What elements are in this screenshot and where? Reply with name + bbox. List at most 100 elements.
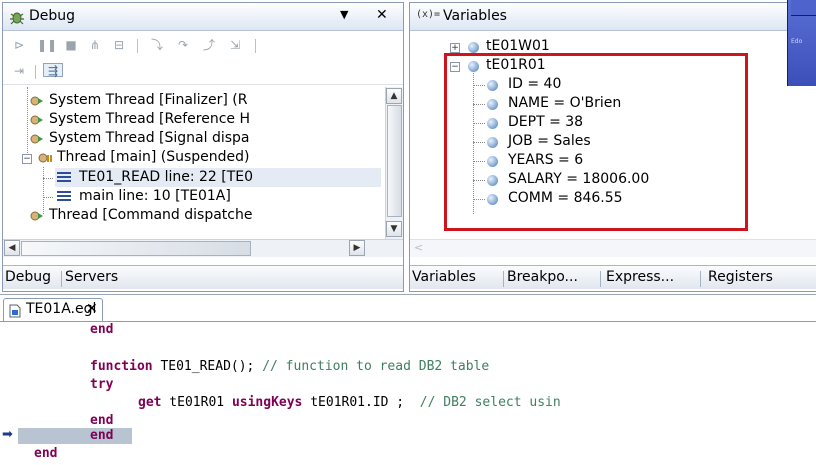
thread-icon <box>30 115 43 125</box>
close-tab-icon[interactable]: ✕ <box>86 301 98 317</box>
view-menu-chevron-down-icon[interactable]: ▼ <box>340 8 348 21</box>
keyword: end <box>90 322 114 337</box>
keyword: try <box>90 377 114 392</box>
tab-separator <box>503 271 504 287</box>
use-step-filters-icon[interactable]: ⇥ <box>11 64 27 78</box>
variable-icon <box>468 42 479 53</box>
variable-te01w01[interactable]: tE01W01 <box>486 38 550 54</box>
scroll-down-icon[interactable]: ▼ <box>386 221 402 237</box>
variables-view-titlebar[interactable]: (x)= Variables <box>410 3 816 31</box>
variables-view-icon: (x)= <box>416 9 441 20</box>
keyword: function <box>90 359 153 374</box>
keyword: usingKeys <box>231 395 303 410</box>
tree-guide <box>43 167 44 214</box>
expand-te01w01-icon[interactable]: + <box>450 43 460 53</box>
debug-toolbar-secondary: ⇥ ⇶ <box>3 59 403 85</box>
tab-expressions[interactable]: Express... <box>606 269 674 285</box>
tree-item-label: main line: 10 [TE01A] <box>79 188 231 204</box>
side-widget-label: Edo <box>791 38 803 45</box>
tab-separator <box>600 271 601 287</box>
keyword: end <box>34 446 58 461</box>
current-line-highlight <box>18 428 132 444</box>
show-threads-icon[interactable]: ⇶ <box>43 63 63 78</box>
tree-guide <box>43 178 53 179</box>
variables-horizontal-scrollbar[interactable]: < <box>410 239 816 257</box>
collapse-main-thread-icon[interactable]: − <box>22 154 32 164</box>
keyword: get <box>138 395 162 410</box>
tab-variables[interactable]: Variables <box>412 269 476 285</box>
keyword: end <box>90 428 114 443</box>
tree-guide <box>43 197 53 198</box>
debug-horizontal-scrollbar[interactable]: ◀ ▶ <box>3 239 403 257</box>
scroll-left-icon[interactable]: ◀ <box>4 240 20 256</box>
code-text: tE01R01.ID ; <box>302 395 420 410</box>
scroll-left-icon[interactable]: < <box>414 241 423 254</box>
side-widget-top <box>791 0 816 16</box>
code-line: function TE01_READ(); // function to rea… <box>90 359 489 374</box>
remove-terminated-icon[interactable]: ⊟ <box>111 38 127 52</box>
side-widget[interactable]: Edo <box>787 0 816 86</box>
current-instruction-arrow-icon: ➡ <box>2 427 13 442</box>
editor-tab-te01a[interactable]: TE01A.egl ✕ <box>3 298 103 322</box>
terminate-icon[interactable]: ■ <box>63 38 79 52</box>
scroll-right-icon[interactable]: ▶ <box>349 240 365 256</box>
close-view-icon[interactable]: ✕ <box>376 7 388 23</box>
code-editor: TE01A.egl ✕ end function TE01_READ(); //… <box>0 294 816 465</box>
resume-icon[interactable]: ⊳ <box>11 38 27 52</box>
toolbar-separator <box>35 65 36 79</box>
suspend-icon[interactable]: ❚❚ <box>37 38 57 52</box>
debug-view-title: Debug <box>29 8 76 24</box>
code-area[interactable]: end function TE01_READ(); // function to… <box>0 322 816 465</box>
tree-item-label: TE01_READ line: 22 [TE0 <box>79 169 254 185</box>
code-text: TE01_READ(); <box>152 359 263 374</box>
debug-view: Debug ▼ ✕ ⊳ ❚❚ ■ ⋔ ⊟ ⤵ ↷ ⤴ ⇲ ⇥ ⇶ System … <box>2 2 404 292</box>
stack-frame-icon <box>57 172 71 182</box>
disconnect-icon[interactable]: ⋔ <box>87 38 103 52</box>
scroll-thumb[interactable] <box>387 105 402 217</box>
code-line: end <box>90 413 113 428</box>
code-line: end <box>90 428 113 443</box>
egl-file-icon <box>9 304 21 318</box>
drop-to-frame-icon[interactable]: ⇲ <box>227 38 243 52</box>
variables-view: (x)= Variables + tE01W01 − tE01R01 ID = … <box>409 2 816 292</box>
code-comment: // function to read DB2 table <box>262 359 490 374</box>
step-return-icon[interactable]: ⤴ <box>201 38 217 52</box>
toolbar-separator <box>137 39 138 53</box>
debug-tabbar: Debug Servers <box>3 265 403 289</box>
keyword: end <box>90 413 114 428</box>
tab-debug[interactable]: Debug <box>5 269 51 285</box>
tree-item-label: System Thread [Finalizer] (R <box>49 92 248 108</box>
tree-item-label: System Thread [Signal dispa <box>49 130 250 146</box>
scroll-up-icon[interactable]: ▲ <box>386 88 402 104</box>
tab-breakpoints[interactable]: Breakpo... <box>507 269 578 285</box>
thread-icon <box>30 96 43 106</box>
suspended-thread-icon <box>38 153 52 163</box>
debug-view-titlebar[interactable]: Debug ▼ ✕ <box>3 3 403 31</box>
scroll-thumb[interactable] <box>21 241 251 256</box>
code-line: end <box>34 446 57 461</box>
tab-registers[interactable]: Registers <box>708 269 773 285</box>
debug-tree: System Thread [Finalizer] (R System Thre… <box>3 87 387 239</box>
toolbar-separator <box>255 39 256 53</box>
step-over-icon[interactable]: ↷ <box>175 38 191 52</box>
step-into-icon[interactable]: ⤵ <box>149 38 165 52</box>
tree-guide <box>27 87 28 159</box>
tab-separator <box>700 271 701 287</box>
tree-item-label: Thread [main] (Suspended) <box>57 149 250 165</box>
code-text: tE01R01 <box>161 395 232 410</box>
variables-tabbar: Variables Breakpo... Express... Register… <box>410 265 816 289</box>
thread-icon <box>30 211 43 221</box>
debug-vertical-scrollbar[interactable]: ▲ ▼ <box>385 87 403 239</box>
tree-item-label: System Thread [Reference H <box>49 111 250 127</box>
tab-servers[interactable]: Servers <box>65 269 118 285</box>
code-line: try <box>90 377 113 392</box>
variables-view-title: Variables <box>443 8 507 24</box>
tree-item-te01-read-frame[interactable]: TE01_READ line: 22 [TE0 <box>55 168 381 187</box>
debug-toolbar: ⊳ ❚❚ ■ ⋔ ⊟ ⤵ ↷ ⤴ ⇲ <box>3 33 403 59</box>
tree-item-label: Thread [Command dispatche <box>49 207 253 223</box>
tab-separator <box>61 271 62 287</box>
code-comment: // DB2 select usin <box>419 395 561 410</box>
highlight-box <box>444 53 748 231</box>
code-line: get tE01R01 usingKeys tE01R01.ID ; // DB… <box>138 395 561 410</box>
stack-frame-icon <box>57 191 71 201</box>
